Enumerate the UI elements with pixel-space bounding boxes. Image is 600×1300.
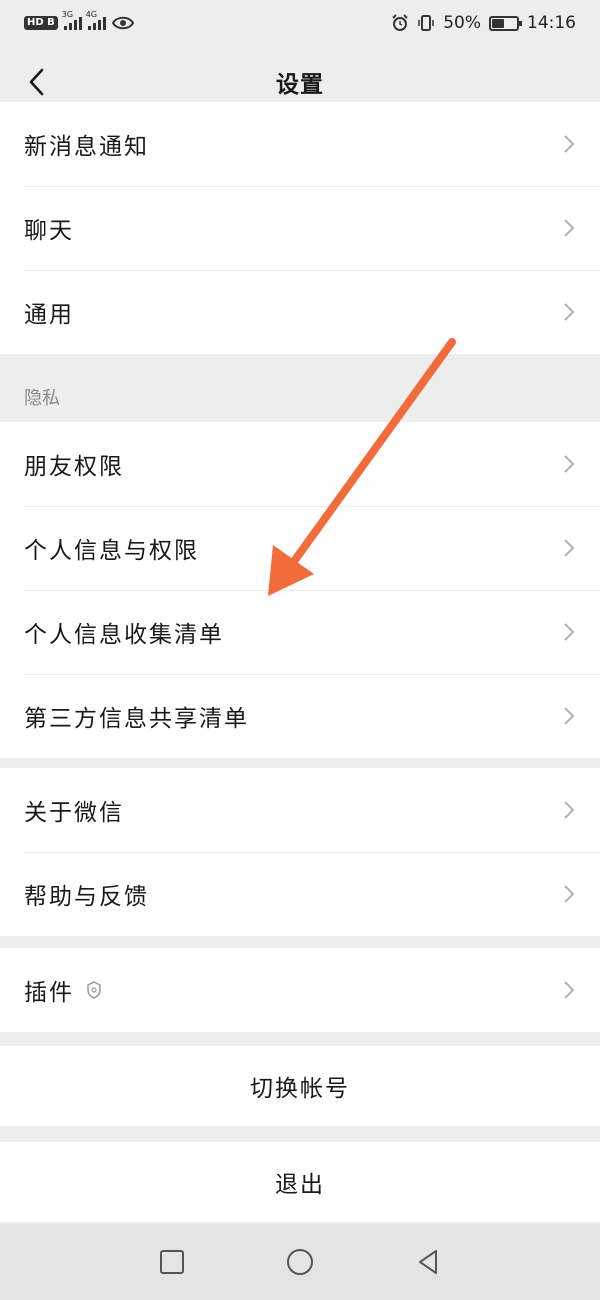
settings-item-general[interactable]: 通用 bbox=[0, 270, 600, 354]
chevron-right-icon bbox=[564, 801, 575, 819]
chevron-right-icon bbox=[564, 455, 575, 473]
chevron-right-icon bbox=[564, 623, 575, 641]
settings-item-label: 插件 bbox=[24, 980, 74, 1006]
settings-item-third-party-sharing-list[interactable]: 第三方信息共享清单 bbox=[0, 674, 600, 758]
chevron-right-icon bbox=[564, 885, 575, 903]
switch-account-button[interactable]: 切换帐号 bbox=[0, 1046, 600, 1126]
logout-group: 退出 bbox=[0, 1142, 600, 1222]
section-title-privacy: 隐私 bbox=[24, 388, 60, 409]
settings-item-help-feedback[interactable]: 帮助与反馈 bbox=[0, 852, 600, 936]
alarm-icon bbox=[392, 14, 408, 31]
chevron-right-icon bbox=[564, 135, 575, 153]
privacy-settings-group: 朋友权限 个人信息与权限 个人信息收集清单 第三方信息共享清单 bbox=[0, 422, 600, 758]
eye-icon bbox=[111, 16, 134, 30]
logout-button[interactable]: 退出 bbox=[0, 1142, 600, 1222]
settings-item-friend-permissions[interactable]: 朋友权限 bbox=[0, 422, 600, 506]
settings-item-label: 个人信息收集清单 bbox=[24, 622, 224, 648]
status-bar: HD B 3G 4G 50% 14:16 bbox=[0, 0, 600, 46]
chevron-right-icon bbox=[564, 981, 575, 999]
signal-1-icon: 3G bbox=[62, 10, 82, 30]
plugins-settings-group: 插件 bbox=[0, 948, 600, 1032]
page-title: 设置 bbox=[276, 72, 324, 98]
settings-item-label: 聊天 bbox=[24, 218, 74, 244]
signal-2-label: 4G bbox=[85, 10, 98, 19]
settings-item-personal-info-permissions[interactable]: 个人信息与权限 bbox=[0, 506, 600, 590]
battery-fill bbox=[492, 18, 504, 28]
square-icon[interactable] bbox=[156, 1246, 188, 1278]
settings-item-personal-info-collection-list[interactable]: 个人信息收集清单 bbox=[0, 590, 600, 674]
vibrate-icon bbox=[418, 15, 434, 31]
settings-item-label: 新消息通知 bbox=[24, 134, 149, 160]
signal-1-label: 3G bbox=[61, 10, 74, 19]
settings-item-label: 个人信息与权限 bbox=[24, 538, 199, 564]
chevron-right-icon bbox=[564, 539, 575, 557]
clock-time: 14:16 bbox=[527, 13, 576, 33]
switch-account-group: 切换帐号 bbox=[0, 1046, 600, 1126]
settings-item-plugins[interactable]: 插件 bbox=[0, 948, 600, 1032]
back-button[interactable] bbox=[14, 60, 58, 104]
chevron-right-icon bbox=[564, 303, 575, 321]
general-settings-group: 新消息通知 聊天 通用 bbox=[0, 102, 600, 354]
chevron-left-icon bbox=[29, 68, 44, 96]
settings-item-chat[interactable]: 聊天 bbox=[0, 186, 600, 270]
plugin-shield-icon bbox=[87, 981, 101, 999]
settings-item-label: 通用 bbox=[24, 302, 74, 328]
signal-2-icon: 4G bbox=[86, 10, 106, 30]
circle-icon[interactable] bbox=[284, 1246, 316, 1278]
chevron-right-icon bbox=[564, 707, 575, 725]
settings-item-label: 帮助与反馈 bbox=[24, 884, 149, 910]
settings-item-label: 关于微信 bbox=[24, 800, 124, 826]
system-navigation-bar bbox=[0, 1224, 600, 1300]
about-settings-group: 关于微信 帮助与反馈 bbox=[0, 768, 600, 936]
battery-percent: 50% bbox=[443, 13, 481, 33]
settings-item-about-wechat[interactable]: 关于微信 bbox=[0, 768, 600, 852]
battery-icon bbox=[489, 15, 522, 31]
chevron-right-icon bbox=[564, 219, 575, 237]
settings-item-label: 第三方信息共享清单 bbox=[24, 706, 249, 732]
settings-item-new-message-notifications[interactable]: 新消息通知 bbox=[0, 102, 600, 186]
hd-badge: HD B bbox=[24, 16, 58, 30]
settings-item-label: 朋友权限 bbox=[24, 454, 124, 480]
triangle-back-icon[interactable] bbox=[412, 1246, 444, 1278]
